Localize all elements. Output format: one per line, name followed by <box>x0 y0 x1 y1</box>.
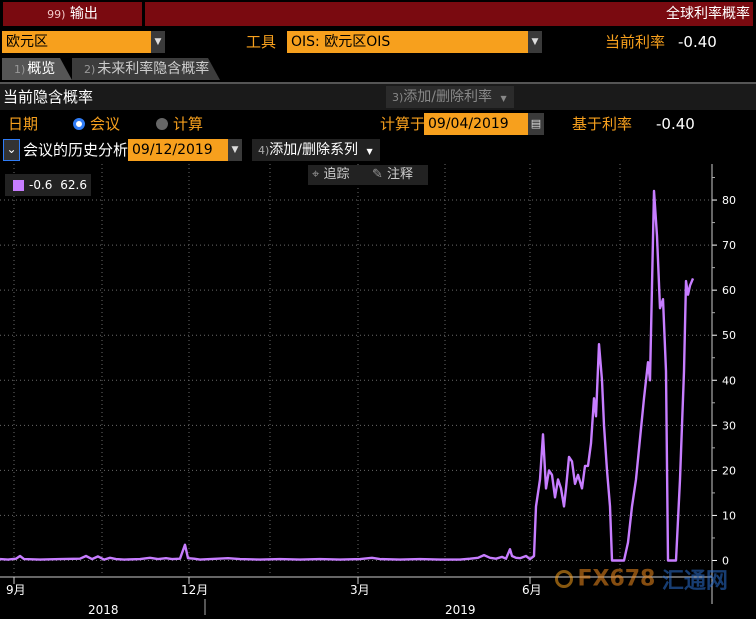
y-tick-label: 30 <box>722 419 736 432</box>
legend-label: -0.6 <box>29 178 53 192</box>
calendar-icon[interactable]: ▤ <box>528 113 544 135</box>
x-tick-label: 12月 <box>181 583 208 597</box>
y-tick-label: 60 <box>722 284 736 297</box>
add-series-label: 添加/删除系列 <box>269 142 359 158</box>
x-tick-label: 3月 <box>350 583 370 597</box>
add-series-num: 4) <box>258 144 270 157</box>
legend-swatch <box>13 180 24 191</box>
add-remove-rate-button[interactable]: 3)添加/删除利率 ▼ <box>386 86 514 108</box>
compute-radio[interactable] <box>156 118 168 130</box>
history-date-input[interactable]: 09/12/2019 <box>128 139 228 161</box>
instrument-dropdown-icon[interactable]: ▼ <box>528 31 542 53</box>
track-button[interactable]: ⌖ 追踪 <box>312 165 349 185</box>
tab-overview[interactable]: 1) 概览 <box>2 58 72 80</box>
output-menu-num: 99) <box>47 8 66 21</box>
output-menu-button[interactable]: 99) 输出 <box>3 2 142 26</box>
region-select[interactable]: 欧元区 <box>2 31 151 53</box>
tab-overview-num: 1) <box>14 63 26 76</box>
tab-future-num: 2) <box>84 63 96 76</box>
current-rate-value: -0.40 <box>678 33 717 51</box>
x-year-label: 2018 <box>88 603 119 615</box>
add-remove-rate-label: 添加/删除利率 <box>403 89 493 105</box>
current-rate-label: 当前利率 <box>605 33 666 51</box>
watermark-text: FX678 <box>577 566 656 592</box>
tab-overview-label: 概览 <box>27 61 56 77</box>
output-menu-label: 输出 <box>69 6 98 22</box>
meeting-radio[interactable] <box>73 118 85 130</box>
add-remove-series-button[interactable]: 4)添加/删除系列 ▼ <box>252 139 380 161</box>
pencil-icon: ✎ <box>372 167 383 182</box>
y-tick-label: 40 <box>722 374 736 387</box>
base-rate-value: -0.40 <box>656 115 695 133</box>
history-chart: 010203040506070809月 12月 3月 6月2018 2019 <box>0 164 736 618</box>
history-label: 会议的历史分析 <box>23 141 129 159</box>
watermark-logo: FX678 汇通网 <box>555 563 745 597</box>
compute-radio-label: 计算 <box>173 115 204 133</box>
legend-series-label: -0.6 62.6 <box>29 176 87 194</box>
add-remove-rate-dropdown-icon: ▼ <box>500 94 507 103</box>
base-rate-label: 基于利率 <box>572 115 633 133</box>
meeting-radio-label: 会议 <box>90 115 121 133</box>
y-tick-label: 50 <box>722 329 736 342</box>
function-title: 全球利率概率 <box>666 6 750 22</box>
series-line <box>0 189 695 562</box>
compute-date-input[interactable]: 09/04/2019 <box>424 113 528 135</box>
chart-area: 0 10 20 30 40 50 60 70 80 9月 12月 3月 6月 2018 2019 <box>0 164 756 618</box>
tab-future-implied-prob[interactable]: 2) 未来利率隐含概率 <box>72 58 220 80</box>
tool-label: 工具 <box>246 33 277 51</box>
compute-on-label: 计算于 <box>380 115 426 133</box>
y-tick-label: 80 <box>722 194 736 207</box>
watermark-circle-icon <box>555 570 573 588</box>
crosshair-icon: ⌖ <box>312 167 320 182</box>
annotate-label: 注释 <box>387 167 414 182</box>
annotate-button[interactable]: ✎ 注释 <box>372 165 413 185</box>
track-label: 追踪 <box>323 167 350 182</box>
date-label: 日期 <box>8 115 39 133</box>
x-year-label: 2019 <box>445 603 476 615</box>
x-tick-label: 9月 <box>6 583 26 597</box>
history-date-dropdown-icon[interactable]: ▼ <box>228 139 242 161</box>
legend-value: 62.6 <box>60 178 87 192</box>
y-tick-label: 70 <box>722 239 736 252</box>
y-tick-label: 10 <box>722 509 736 522</box>
section-title: 当前隐含概率 <box>3 88 94 106</box>
y-tick-label: 20 <box>722 464 736 477</box>
section-header-bar <box>0 84 756 110</box>
region-dropdown-icon[interactable]: ▼ <box>151 31 165 53</box>
instrument-select[interactable]: OIS: 欧元区OIS <box>287 31 528 53</box>
watermark-text-cn: 汇通网 <box>661 569 728 594</box>
add-remove-rate-num: 3) <box>392 91 404 104</box>
tab-future-label: 未来利率隐含概率 <box>97 61 210 77</box>
x-tick-label: 6月 <box>522 583 542 597</box>
history-collapse-toggle[interactable]: ⌄ <box>3 139 20 161</box>
add-series-dropdown-icon: ▼ <box>366 147 373 156</box>
